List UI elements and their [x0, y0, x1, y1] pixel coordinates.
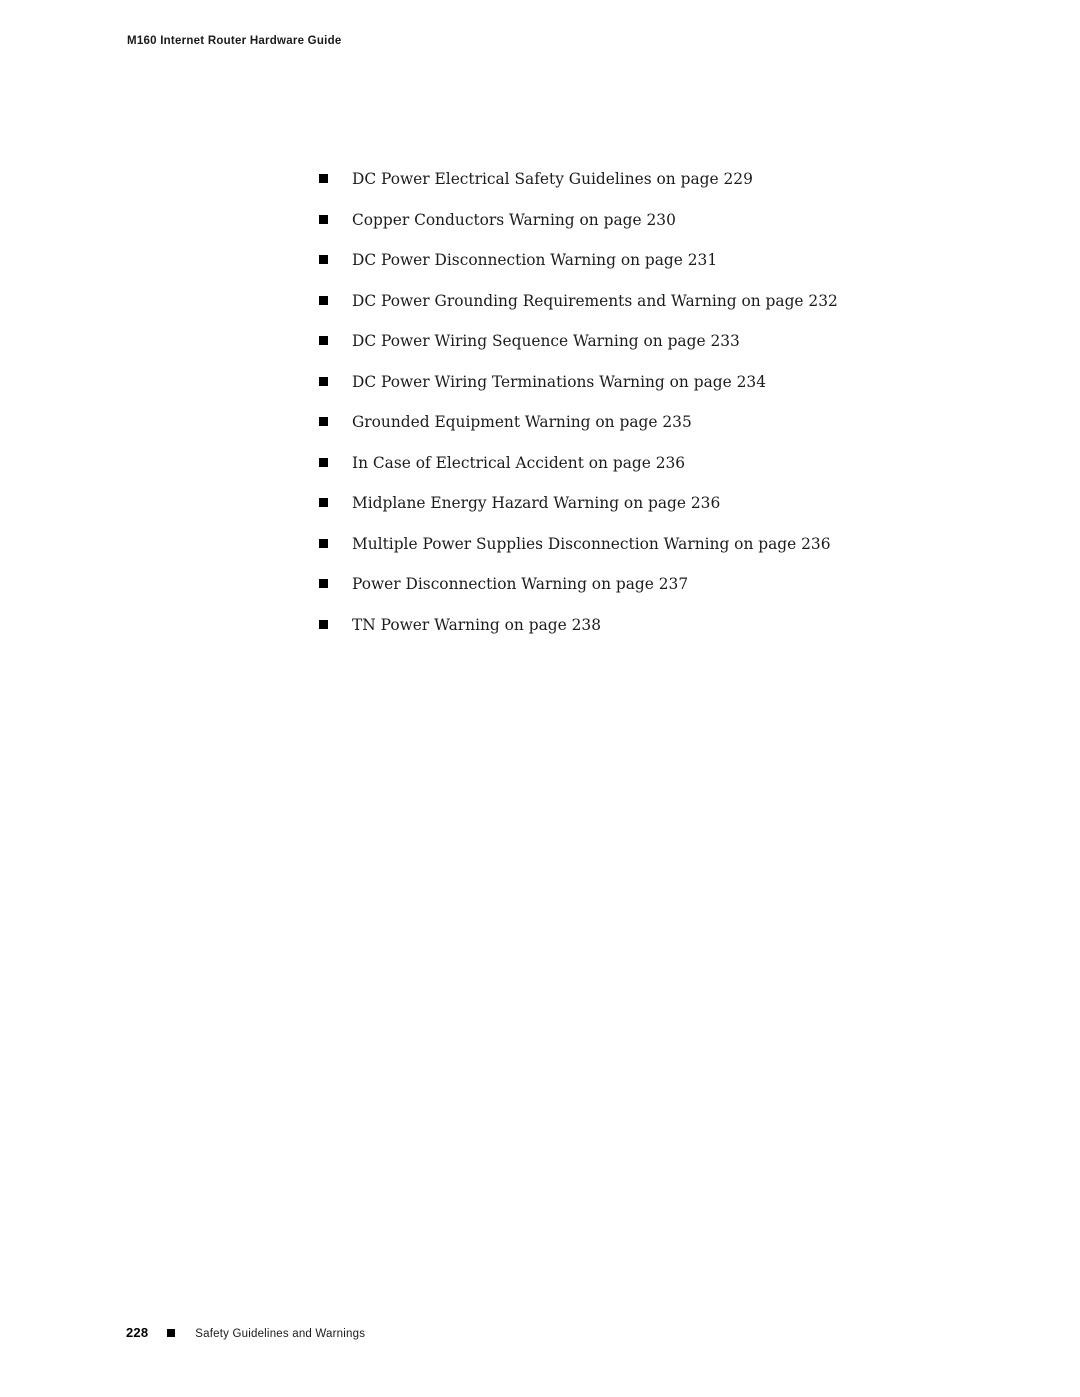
list-item: DC Power Electrical Safety Guidelines on…: [0, 168, 1080, 209]
square-bullet-icon: [319, 214, 328, 224]
running-header: M160 Internet Router Hardware Guide: [127, 35, 342, 47]
cross-reference-list: DC Power Electrical Safety Guidelines on…: [0, 168, 1080, 654]
square-bullet-icon: [319, 174, 328, 183]
list-item: Power Disconnection Warning on page 237: [0, 573, 1080, 614]
square-bullet-icon: [167, 1329, 176, 1337]
square-bullet-icon: [319, 579, 328, 588]
square-bullet-icon: [319, 295, 328, 305]
list-item-label[interactable]: DC Power Electrical Safety Guidelines on…: [352, 168, 753, 190]
list-item-label[interactable]: TN Power Warning on page 238: [352, 614, 601, 636]
list-item: Midplane Energy Hazard Warning on page 2…: [0, 492, 1080, 533]
list-item-label[interactable]: DC Power Grounding Requirements and Warn…: [352, 290, 838, 312]
square-bullet-icon: [319, 336, 328, 345]
list-item-label[interactable]: Midplane Energy Hazard Warning on page 2…: [352, 492, 720, 514]
list-item-label[interactable]: In Case of Electrical Accident on page 2…: [352, 452, 685, 474]
list-item: Multiple Power Supplies Disconnection Wa…: [0, 533, 1080, 574]
square-bullet-icon: [319, 538, 328, 548]
list-item: DC Power Disconnection Warning on page 2…: [0, 249, 1080, 290]
list-item: DC Power Grounding Requirements and Warn…: [0, 290, 1080, 331]
list-item: TN Power Warning on page 238: [0, 614, 1080, 655]
list-item: In Case of Electrical Accident on page 2…: [0, 452, 1080, 493]
document-page: M160 Internet Router Hardware Guide DC P…: [0, 0, 1080, 1397]
square-bullet-icon: [319, 417, 328, 426]
footer-chapter-title: Safety Guidelines and Warnings: [195, 1328, 366, 1340]
list-item-label[interactable]: DC Power Wiring Terminations Warning on …: [352, 371, 766, 393]
list-item-label[interactable]: Power Disconnection Warning on page 237: [352, 573, 688, 595]
list-item: DC Power Wiring Terminations Warning on …: [0, 371, 1080, 412]
list-item-label[interactable]: Multiple Power Supplies Disconnection Wa…: [352, 533, 831, 555]
square-bullet-icon: [319, 457, 328, 467]
square-bullet-icon: [319, 255, 328, 264]
square-bullet-icon: [319, 376, 328, 386]
list-item: Grounded Equipment Warning on page 235: [0, 411, 1080, 452]
square-bullet-icon: [319, 498, 328, 507]
page-content: DC Power Electrical Safety Guidelines on…: [0, 168, 1080, 654]
footer-page-number: 228: [126, 1325, 149, 1340]
list-item-label[interactable]: Copper Conductors Warning on page 230: [352, 209, 676, 231]
square-bullet-icon: [319, 619, 328, 629]
page-footer: 228 Safety Guidelines and Warnings: [126, 1325, 365, 1340]
list-item-label[interactable]: Grounded Equipment Warning on page 235: [352, 411, 692, 433]
list-item: Copper Conductors Warning on page 230: [0, 209, 1080, 250]
list-item-label[interactable]: DC Power Disconnection Warning on page 2…: [352, 249, 717, 271]
list-item: DC Power Wiring Sequence Warning on page…: [0, 330, 1080, 371]
list-item-label[interactable]: DC Power Wiring Sequence Warning on page…: [352, 330, 740, 352]
